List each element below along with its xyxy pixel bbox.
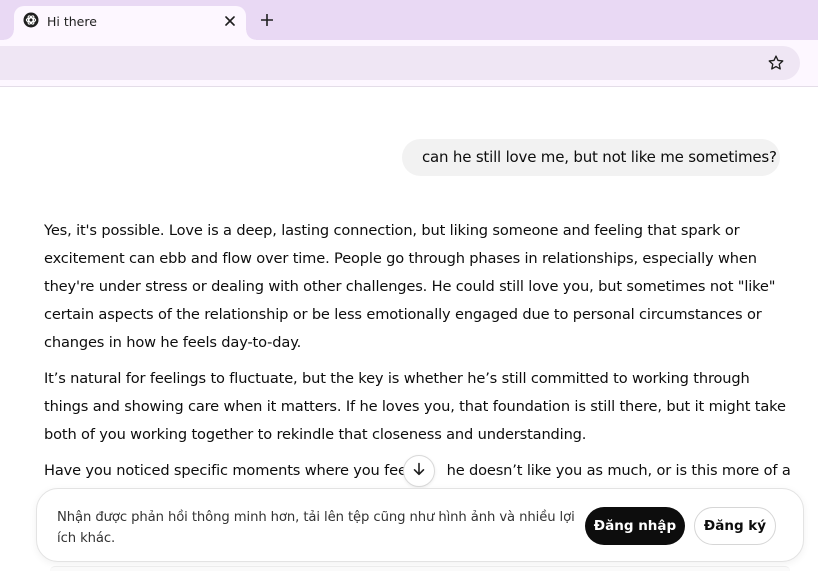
arrow-down-icon	[412, 462, 426, 481]
chatgpt-logo-icon	[23, 12, 39, 28]
response-line: It’s natural for feelings to fluctuate, …	[44, 370, 750, 387]
banner-text: Nhận được phản hồi thông minh hơn, tải l…	[57, 507, 575, 549]
response-line: certain aspects of the relationship or b…	[44, 306, 762, 323]
assistant-response: Yes, it's possible. Love is a deep, last…	[44, 217, 791, 493]
response-line: both of you working together to rekindle…	[44, 426, 587, 443]
address-bar[interactable]	[0, 46, 800, 80]
response-line: things and showing care when it matters.…	[44, 398, 786, 415]
response-line: they're under stress or dealing with oth…	[44, 278, 776, 295]
response-line: excitement can ebb and flow over time. P…	[44, 250, 757, 267]
response-line: Yes, it's possible. Love is a deep, last…	[44, 222, 740, 239]
browser-toolbar	[0, 40, 818, 87]
response-paragraph: It’s natural for feelings to fluctuate, …	[44, 365, 786, 449]
composer-edge	[50, 566, 790, 571]
close-icon[interactable]	[220, 11, 240, 31]
user-message-bubble: can he still love me, but not like me so…	[402, 139, 780, 176]
scroll-to-bottom-button[interactable]	[403, 455, 435, 487]
response-paragraph: Yes, it's possible. Love is a deep, last…	[44, 217, 784, 357]
banner-text-line: Nhận được phản hồi thông minh hơn, tải l…	[57, 510, 575, 525]
response-line: changes in how he feels day-to-day.	[44, 334, 302, 351]
login-banner: Nhận được phản hồi thông minh hơn, tải l…	[36, 488, 804, 562]
banner-text-line: ích khác.	[57, 531, 116, 546]
browser-tab[interactable]: Hi there	[4, 6, 256, 40]
plus-icon[interactable]	[256, 9, 278, 31]
star-icon[interactable]	[764, 51, 788, 75]
tab-title: Hi there	[47, 14, 97, 29]
tab-strip: Hi there	[0, 0, 818, 40]
signup-button[interactable]: Đăng ký	[694, 507, 776, 545]
login-button[interactable]: Đăng nhập	[585, 507, 685, 545]
